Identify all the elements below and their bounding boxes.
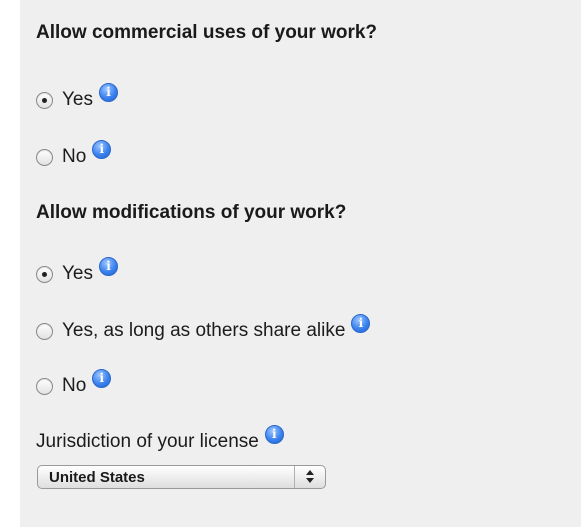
- select-updown-arrows-icon[interactable]: [295, 466, 325, 488]
- info-icon[interactable]: i: [92, 368, 112, 388]
- modifications-no-radio[interactable]: [36, 377, 53, 395]
- modifications-share-alike-label[interactable]: Yes, as long as others share alike: [62, 320, 345, 342]
- radio-selected-dot: [42, 97, 47, 103]
- jurisdiction-label-row: Jurisdiction of your license i: [36, 424, 284, 454]
- commercial-question-heading: Allow commercial uses of your work?: [36, 22, 378, 43]
- commercial-yes-radio[interactable]: [36, 91, 53, 109]
- info-icon[interactable]: i: [99, 82, 118, 102]
- info-icon[interactable]: i: [264, 424, 284, 444]
- modifications-yes-label[interactable]: Yes: [62, 263, 93, 285]
- commercial-no-radio[interactable]: [36, 148, 53, 166]
- arrow-down-icon: [306, 478, 314, 483]
- jurisdiction-select[interactable]: United States: [37, 465, 326, 489]
- modifications-no-option[interactable]: No i: [36, 368, 112, 398]
- arrow-up-icon: [306, 470, 314, 475]
- info-icon[interactable]: i: [351, 313, 371, 333]
- jurisdiction-selected-value: United States: [49, 468, 145, 486]
- commercial-yes-option[interactable]: Yes i: [36, 82, 118, 112]
- commercial-no-option[interactable]: No i: [36, 139, 112, 169]
- modifications-no-label[interactable]: No: [62, 375, 86, 397]
- modifications-yes-radio[interactable]: [36, 265, 53, 283]
- info-icon[interactable]: i: [99, 256, 118, 276]
- jurisdiction-label: Jurisdiction of your license: [36, 431, 259, 452]
- modifications-share-alike-radio[interactable]: [36, 322, 53, 340]
- modifications-question-heading: Allow modifications of your work?: [36, 202, 347, 223]
- modifications-yes-option[interactable]: Yes i: [36, 256, 118, 286]
- radio-selected-dot: [42, 271, 47, 277]
- license-options-panel: Allow commercial uses of your work? Yes …: [20, 0, 581, 527]
- commercial-yes-label[interactable]: Yes: [62, 89, 93, 111]
- modifications-share-alike-option[interactable]: Yes, as long as others share alike i: [36, 313, 371, 343]
- info-icon[interactable]: i: [92, 139, 112, 159]
- commercial-no-label[interactable]: No: [62, 146, 86, 168]
